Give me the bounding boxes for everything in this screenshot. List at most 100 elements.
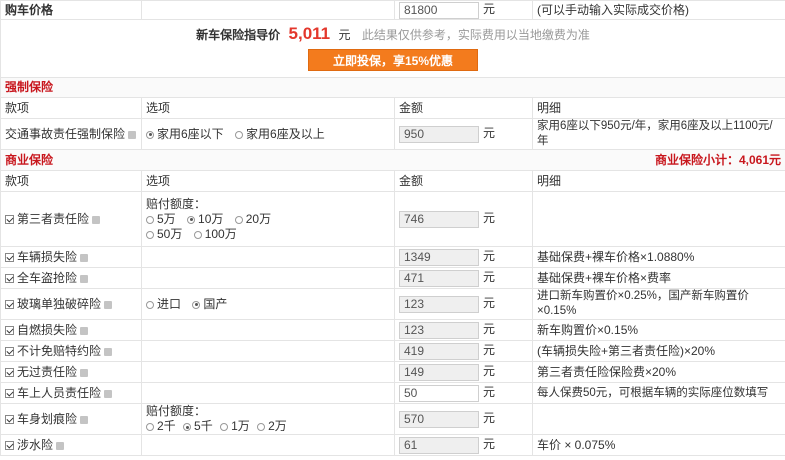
glass-checkbox[interactable]: [5, 299, 14, 309]
wading-detail: 车价 × 0.075%: [532, 434, 785, 456]
radio-seats-under-6[interactable]: 家用6座以下: [146, 127, 224, 141]
help-icon[interactable]: [92, 215, 101, 224]
commercial-header-row: 款项 选项 金额 明细: [0, 170, 785, 192]
header-option: 选项: [141, 97, 395, 119]
radio-icon: [257, 423, 266, 431]
quota-5w[interactable]: 5万: [146, 212, 176, 226]
passenger-detail: 每人保费50元，可根据车辆的实际座位数填写: [532, 382, 785, 404]
header-item: 款项: [0, 97, 142, 119]
deductible-row: 不计免赔特约险 元 (车辆损失险+第三者责任险)×20%: [0, 340, 785, 362]
insurance-calculator: 购车价格 元 (可以手动输入实际成交价格) 新车保险指导价 5,011 元 此结…: [0, 0, 785, 460]
deductible-detail: (车辆损失险+第三者责任险)×20%: [532, 340, 785, 362]
no-fault-row: 无过责任险 元 第三者责任险保险费×20%: [0, 361, 785, 383]
radio-domestic[interactable]: 国产: [192, 297, 227, 311]
scratch-5k[interactable]: 5千: [183, 419, 213, 433]
car-price-label: 购车价格: [0, 0, 142, 20]
radio-icon: [235, 130, 244, 139]
radio-icon: [146, 215, 154, 224]
help-icon[interactable]: [80, 253, 89, 262]
passenger-row: 车上人员责任险 元 每人保费50元，可根据车辆的实际座位数填写: [0, 382, 785, 404]
deductible-checkbox[interactable]: [5, 346, 14, 356]
vehicle-damage-checkbox[interactable]: [5, 252, 14, 262]
fire-amount[interactable]: [399, 321, 479, 339]
quota-20w[interactable]: 20万: [234, 212, 271, 226]
commercial-subtotal: 商业保险小计：4,061元: [654, 152, 781, 167]
no-fault-amount[interactable]: [399, 363, 479, 381]
third-party-amount[interactable]: [399, 210, 479, 228]
help-icon[interactable]: [104, 300, 113, 309]
radio-icon: [146, 300, 154, 309]
wading-checkbox[interactable]: [5, 440, 14, 450]
passenger-checkbox[interactable]: [5, 388, 14, 398]
compulsory-section-row: 强制保险: [0, 77, 785, 98]
third-party-quota-label: 赔付额度：: [146, 196, 207, 211]
header-item: 款项: [0, 170, 142, 192]
help-icon[interactable]: [80, 368, 89, 377]
third-party-checkbox[interactable]: [5, 214, 14, 224]
radio-icon: [187, 215, 196, 224]
help-icon[interactable]: [80, 415, 89, 424]
help-icon[interactable]: [80, 274, 89, 283]
theft-row: 全车盗抢险 元 基础保费+裸车价格×费率: [0, 267, 785, 289]
radio-imported[interactable]: 进口: [146, 297, 181, 311]
compulsory-detail: 家用6座以下950元/年，家用6座及以上1100元/年: [532, 118, 785, 150]
compulsory-section-title: 强制保险: [0, 77, 785, 98]
glass-amount[interactable]: [399, 295, 479, 313]
compulsory-header-row: 款项 选项 金额 明细: [0, 97, 785, 119]
radio-icon: [220, 423, 229, 431]
radio-icon: [146, 423, 154, 431]
theft-checkbox[interactable]: [5, 273, 14, 283]
header-amount: 金额: [394, 170, 533, 192]
scratch-checkbox[interactable]: [5, 414, 14, 424]
quota-100w[interactable]: 100万: [193, 227, 237, 241]
header-detail: 明细: [532, 170, 785, 192]
vehicle-damage-row: 车辆损失险 元 基础保费+裸车价格×1.0880%: [0, 246, 785, 268]
passenger-amount[interactable]: [399, 384, 479, 402]
summary-row: 新车保险指导价 5,011 元 此结果仅供参考，实际费用以当地缴费为准 立即投保…: [0, 19, 785, 78]
help-icon[interactable]: [104, 389, 113, 398]
scratch-row: 车身划痕险 赔付额度： 2千 5千 1万 2万 元: [0, 403, 785, 435]
scratch-10k[interactable]: 1万: [220, 419, 250, 433]
guide-price-unit: 元: [338, 28, 351, 42]
compulsory-row: 交通事故责任强制保险 家用6座以下 家用6座及以上 元 家用6座以下950元/年…: [0, 118, 785, 150]
quota-10w[interactable]: 10万: [187, 212, 223, 226]
glass-detail: 进口新车购置价×0.25%，国产新车购置价×0.15%: [532, 288, 785, 320]
help-icon[interactable]: [56, 441, 65, 450]
no-fault-detail: 第三者责任险保险费×20%: [532, 361, 785, 383]
scratch-amount[interactable]: [399, 410, 479, 428]
deductible-amount[interactable]: [399, 342, 479, 360]
theft-amount[interactable]: [399, 269, 479, 287]
fire-checkbox[interactable]: [5, 325, 14, 335]
insurance-table: 购车价格 元 (可以手动输入实际成交价格) 新车保险指导价 5,011 元 此结…: [0, 0, 785, 456]
guide-price-value: 5,011: [288, 24, 331, 43]
guide-price-note: 此结果仅供参考，实际费用以当地缴费为准: [361, 28, 590, 42]
help-icon[interactable]: [80, 326, 89, 335]
quota-50w[interactable]: 50万: [146, 227, 182, 241]
car-price-row: 购车价格 元 (可以手动输入实际成交价格): [0, 0, 785, 20]
radio-seats-6-plus[interactable]: 家用6座及以上: [235, 127, 325, 141]
fire-detail: 新车购置价×0.15%: [532, 319, 785, 341]
help-icon[interactable]: [104, 347, 113, 356]
radio-icon: [234, 215, 243, 224]
help-icon[interactable]: [128, 130, 137, 139]
radio-icon: [183, 423, 192, 431]
header-detail: 明细: [532, 97, 785, 119]
radio-icon: [192, 300, 201, 309]
car-price-unit: 元: [483, 2, 496, 17]
fire-row: 自燃损失险 元 新车购置价×0.15%: [0, 319, 785, 341]
commercial-section-title: 商业保险: [5, 152, 54, 167]
scratch-20k[interactable]: 2万: [257, 419, 287, 433]
header-option: 选项: [141, 170, 395, 192]
buy-insurance-button[interactable]: 立即投保，享15%优惠: [308, 49, 478, 71]
radio-icon: [146, 130, 154, 139]
car-price-hint: (可以手动输入实际成交价格): [532, 0, 785, 20]
guide-price-label: 新车保险指导价: [196, 28, 281, 42]
wading-amount[interactable]: [399, 436, 479, 454]
vehicle-damage-amount[interactable]: [399, 248, 479, 266]
no-fault-checkbox[interactable]: [5, 367, 14, 377]
compulsory-amount[interactable]: [399, 125, 479, 143]
wading-row: 涉水险 元 车价 × 0.075%: [0, 434, 785, 456]
car-price-input[interactable]: [399, 1, 479, 19]
third-party-row: 第三者责任险 赔付额度： 5万 10万 20万 50万 100万 元: [0, 191, 785, 247]
scratch-2k[interactable]: 2千: [146, 419, 176, 433]
